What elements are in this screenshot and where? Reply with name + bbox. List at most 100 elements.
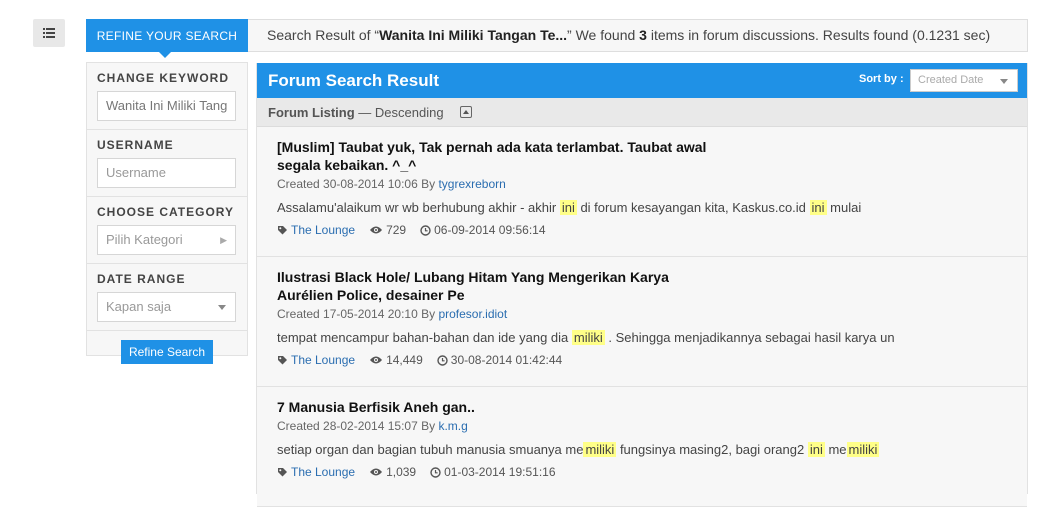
results-panel: Forum Search Result Sort by : Created Da…	[256, 63, 1028, 507]
refine-sidebar: CHANGE KEYWORD Wanita Ini Miliki Tang US…	[86, 62, 248, 364]
result-title-line[interactable]: [Muslim] Taubat yuk, Tak pernah ada kata…	[277, 138, 727, 156]
summary-mid: ” We found	[567, 27, 640, 43]
summary-count: 3	[639, 27, 647, 43]
result-last-post: 30-08-2014 01:42:44	[437, 352, 562, 368]
clock-icon	[437, 354, 448, 366]
username-label: USERNAME	[97, 138, 174, 152]
result-title[interactable]: [Muslim] Taubat yuk, Tak pernah ada kata…	[277, 138, 727, 174]
snippet-text: tempat mencampur bahan-bahan dan ide yan…	[277, 330, 572, 345]
refine-button-wrap: Refine Search	[87, 331, 247, 364]
result-views: 1,039	[369, 464, 416, 480]
eye-icon	[370, 226, 383, 234]
result-meta: Created 28-02-2014 15:07 By k.m.g	[277, 418, 1007, 434]
result-summary: Search Result of “Wanita Ini Miliki Tang…	[267, 20, 990, 51]
sort-select[interactable]: Created Date	[910, 69, 1018, 92]
search-summary-bar: REFINE YOUR SEARCH Search Result of “Wan…	[86, 19, 1028, 58]
chevron-down-icon	[1000, 79, 1008, 84]
date-range-select[interactable]: Kapan saja	[97, 292, 236, 322]
eye-icon	[370, 356, 383, 364]
result-meta: Created 30-08-2014 10:06 By tygrexreborn	[277, 176, 1007, 192]
menu-toggle-button[interactable]	[33, 19, 65, 47]
result-snippet: Assalamu'alaikum wr wb berhubung akhir -…	[277, 199, 1007, 217]
highlighted-term: ini	[807, 442, 825, 457]
result-title[interactable]: Ilustrasi Black Hole/ Lubang Hitam Yang …	[277, 268, 727, 304]
result-stats: The Lounge 1,039 01-03-2014 19:51:16	[277, 464, 1007, 480]
listing-label: Forum Listing	[268, 105, 355, 120]
snippet-text: mulai	[826, 200, 862, 215]
sort-label: Sort by :	[859, 73, 904, 85]
result-views-count: 729	[386, 223, 407, 237]
result-category[interactable]: The Lounge	[277, 222, 355, 238]
result-title-line[interactable]: 7 Manusia Berfisik Aneh gan..	[277, 398, 727, 416]
result-title-line[interactable]: Ilustrasi Black Hole/ Lubang Hitam Yang …	[277, 268, 727, 286]
snippet-text: fungsinya masing2, bagi orang2	[616, 442, 808, 457]
eye-icon	[370, 468, 383, 476]
tag-icon	[278, 225, 287, 234]
result-category-link[interactable]: The Lounge	[291, 464, 355, 480]
result-snippet: setiap organ dan bagian tubuh manusia sm…	[277, 441, 1007, 459]
date-range-group: DATE RANGE Kapan saja	[87, 264, 247, 331]
summary-query: Wanita Ini Miliki Tangan Te...	[379, 27, 568, 43]
clock-icon	[430, 466, 441, 478]
results-header: Forum Search Result Sort by : Created Da…	[257, 63, 1027, 98]
sort-value: Created Date	[918, 74, 984, 86]
date-range-value: Kapan saja	[106, 299, 172, 314]
result-stats: The Lounge 14,449 30-08-2014 01:42:44	[277, 352, 1007, 368]
highlighted-term: ini	[559, 200, 577, 215]
result-category[interactable]: The Lounge	[277, 352, 355, 368]
snippet-text: setiap organ dan bagian tubuh manusia sm…	[277, 442, 584, 457]
result-views: 14,449	[369, 352, 423, 368]
result-category-link[interactable]: The Lounge	[291, 352, 355, 368]
listing-order: — Descending	[354, 105, 444, 120]
clock-icon	[420, 224, 431, 236]
result-category[interactable]: The Lounge	[277, 464, 355, 480]
keyword-input[interactable]: Wanita Ini Miliki Tang	[97, 91, 236, 121]
username-group: USERNAME Username	[87, 130, 247, 197]
result-author-link[interactable]: k.m.g	[438, 419, 467, 433]
result-created: Created 28-02-2014 15:07 By	[277, 419, 439, 433]
result-views: 729	[369, 222, 406, 238]
snippet-text: Assalamu'alaikum wr wb berhubung akhir -…	[277, 200, 560, 215]
result-author-link[interactable]: profesor.idiot	[438, 307, 507, 321]
tag-icon	[278, 467, 287, 476]
category-select[interactable]: Pilih Kategori ▶	[97, 225, 236, 255]
date-range-label: DATE RANGE	[97, 272, 186, 286]
highlighted-term: miliki	[571, 330, 605, 345]
result-last-post: 01-03-2014 19:51:16	[430, 464, 556, 480]
result-category-link[interactable]: The Lounge	[291, 222, 355, 238]
summary-prefix: Search Result of “	[267, 27, 380, 43]
results-list: [Muslim] Taubat yuk, Tak pernah ada kata…	[257, 127, 1027, 507]
result-created: Created 17-05-2014 20:10 By	[277, 307, 439, 321]
username-input[interactable]: Username	[97, 158, 236, 188]
refine-search-button[interactable]: Refine Search	[121, 340, 213, 364]
snippet-text: di forum kesayangan kita, Kaskus.co.id	[576, 200, 810, 215]
result-created: Created 30-08-2014 10:06 By	[277, 177, 439, 191]
result-meta: Created 17-05-2014 20:10 By profesor.idi…	[277, 306, 1007, 322]
category-group: CHOOSE CATEGORY Pilih Kategori ▶	[87, 197, 247, 264]
result-title[interactable]: 7 Manusia Berfisik Aneh gan..	[277, 398, 727, 416]
result-item: [Muslim] Taubat yuk, Tak pernah ada kata…	[257, 127, 1027, 257]
result-views-count: 1,039	[386, 465, 417, 479]
result-last-post: 06-09-2014 09:56:14	[420, 222, 546, 238]
snippet-text: . Sehingga menjadikannya sebagai hasil k…	[604, 330, 895, 345]
list-icon	[43, 28, 55, 38]
category-label: CHOOSE CATEGORY	[97, 205, 235, 219]
category-placeholder: Pilih Kategori	[106, 232, 183, 247]
result-item: Ilustrasi Black Hole/ Lubang Hitam Yang …	[257, 257, 1027, 387]
result-stats: The Lounge 729 06-09-2014 09:56:14	[277, 222, 1007, 238]
listing-bar: Forum Listing — Descending	[257, 98, 1027, 127]
result-title-line[interactable]: segala kebaikan. ^_^	[277, 156, 727, 174]
result-last-post-date: 06-09-2014 09:56:14	[434, 223, 546, 237]
result-title-line[interactable]: Aurélien Police, desainer Pe	[277, 286, 727, 304]
refine-search-tab[interactable]: REFINE YOUR SEARCH	[86, 19, 248, 58]
chevron-right-icon: ▶	[220, 235, 227, 245]
collapse-icon[interactable]	[460, 106, 472, 118]
summary-suffix: items in forum discussions. Results foun…	[646, 27, 991, 43]
highlighted-term: miliki	[583, 442, 617, 457]
result-last-post-date: 30-08-2014 01:42:44	[450, 353, 563, 367]
result-snippet: tempat mencampur bahan-bahan dan ide yan…	[277, 329, 1007, 347]
results-title: Forum Search Result	[268, 71, 439, 90]
result-author-link[interactable]: tygrexreborn	[438, 177, 505, 191]
result-last-post-date: 01-03-2014 19:51:16	[444, 465, 556, 479]
keyword-label: CHANGE KEYWORD	[97, 71, 230, 85]
